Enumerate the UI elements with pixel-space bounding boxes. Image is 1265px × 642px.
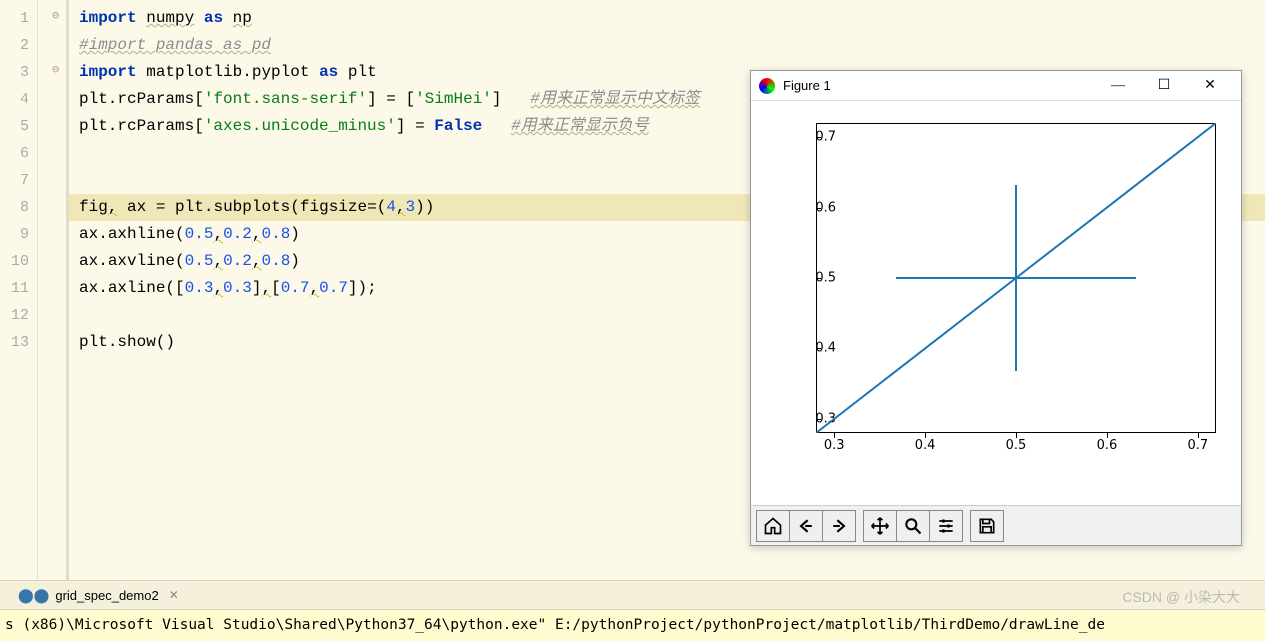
maximize-button[interactable]: ☐ bbox=[1141, 71, 1187, 101]
watermark: CSDN @ 小染大大 bbox=[1122, 587, 1240, 607]
tab-label: grid_spec_demo2 bbox=[55, 588, 158, 603]
save-button[interactable] bbox=[970, 510, 1004, 542]
figure-toolbar bbox=[751, 505, 1241, 545]
xtick-label: 0.7 bbox=[1187, 438, 1208, 453]
figure-titlebar[interactable]: Figure 1 — ☐ ✕ bbox=[751, 71, 1241, 101]
figure-title: Figure 1 bbox=[783, 78, 1095, 93]
minimize-button[interactable]: — bbox=[1095, 71, 1141, 101]
zoom-button[interactable] bbox=[896, 510, 930, 542]
editor-tab-bar: ⬤⬤ grid_spec_demo2 ✕ bbox=[0, 580, 1265, 610]
home-button[interactable] bbox=[756, 510, 790, 542]
axline bbox=[816, 123, 1216, 433]
xtick-label: 0.4 bbox=[915, 438, 936, 453]
close-icon[interactable]: ✕ bbox=[169, 588, 179, 602]
forward-button[interactable] bbox=[822, 510, 856, 542]
figure-window: Figure 1 — ☐ ✕ 0.30.40.50.60.70.30.40.50… bbox=[750, 70, 1242, 546]
xtick-label: 0.5 bbox=[1006, 438, 1027, 453]
code-line-2[interactable]: #import pandas as pd bbox=[69, 32, 1265, 59]
figure-canvas: 0.30.40.50.60.70.30.40.50.60.7 bbox=[751, 101, 1241, 505]
python-icon: ⬤⬤ bbox=[18, 587, 49, 604]
line-number-gutter: 12345678910111213 bbox=[0, 0, 38, 580]
code-line-1[interactable]: import numpy as np bbox=[69, 5, 1265, 32]
back-button[interactable] bbox=[789, 510, 823, 542]
fold-column: ⊖⊖ bbox=[38, 0, 66, 580]
matplotlib-icon bbox=[759, 78, 775, 94]
pan-button[interactable] bbox=[863, 510, 897, 542]
status-bar: s (x86)\Microsoft Visual Studio\Shared\P… bbox=[0, 610, 1265, 640]
xtick-label: 0.3 bbox=[824, 438, 845, 453]
tab-grid-spec-demo2[interactable]: ⬤⬤ grid_spec_demo2 ✕ bbox=[10, 587, 187, 604]
xtick-label: 0.6 bbox=[1097, 438, 1118, 453]
close-button[interactable]: ✕ bbox=[1187, 71, 1233, 101]
configure-button[interactable] bbox=[929, 510, 963, 542]
